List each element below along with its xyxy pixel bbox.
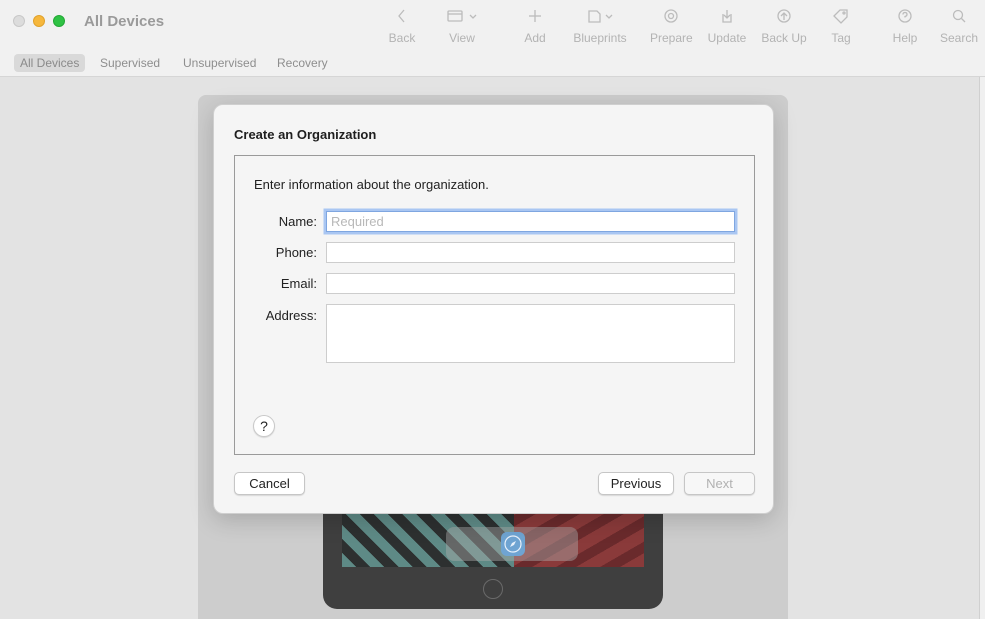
scope-supervised[interactable]: Supervised <box>94 54 166 72</box>
window-icon <box>443 6 481 26</box>
scope-bar: All Devices Supervised Unsupervised Reco… <box>0 50 985 77</box>
name-label: Name: <box>235 214 317 229</box>
help-button[interactable]: ? <box>253 415 275 437</box>
organization-form: Enter information about the organization… <box>234 155 755 455</box>
toolbar-back-button[interactable]: Back <box>386 6 418 48</box>
toolbar-search-button[interactable]: Search <box>939 6 979 48</box>
toolbar-backup-button[interactable]: Back Up <box>760 6 808 48</box>
ipad-preview <box>323 505 663 609</box>
phone-label: Phone: <box>235 245 317 260</box>
chevron-left-icon <box>386 6 418 26</box>
scope-recovery[interactable]: Recovery <box>271 54 334 72</box>
cancel-button[interactable]: Cancel <box>234 472 305 495</box>
safari-icon <box>501 532 525 556</box>
backup-icon <box>760 6 808 26</box>
toolbar-help-button[interactable]: Help <box>890 6 920 48</box>
address-field[interactable] <box>326 304 735 363</box>
email-label: Email: <box>235 276 317 291</box>
toolbar-blueprints-button[interactable]: Blueprints <box>572 6 628 48</box>
window-title: All Devices <box>84 13 164 30</box>
create-organization-dialog: Create an Organization Enter information… <box>213 104 774 514</box>
toolbar-tag-button[interactable]: Tag <box>826 6 856 48</box>
toolbar-update-button[interactable]: Update <box>706 6 748 48</box>
help-icon <box>890 6 920 26</box>
address-label: Address: <box>235 308 317 323</box>
search-icon <box>939 6 979 26</box>
form-intro-text: Enter information about the organization… <box>254 177 489 192</box>
scope-unsupervised[interactable]: Unsupervised <box>177 54 262 72</box>
plus-icon <box>520 6 550 26</box>
toolbar-add-button[interactable]: Add <box>520 6 550 48</box>
scope-all-devices[interactable]: All Devices <box>14 54 85 72</box>
prepare-icon <box>650 6 692 26</box>
close-window-button[interactable] <box>13 15 25 27</box>
ipad-screen <box>342 505 644 567</box>
maximize-window-button[interactable] <box>53 15 65 27</box>
phone-field[interactable] <box>326 242 735 263</box>
tag-icon <box>826 6 856 26</box>
home-button <box>483 579 503 599</box>
next-button[interactable]: Next <box>684 472 755 495</box>
name-field[interactable] <box>326 211 735 232</box>
toolbar-prepare-button[interactable]: Prepare <box>650 6 692 48</box>
title-bar: All Devices Back View Add Blueprints Pre… <box>0 0 985 50</box>
ipad-dock <box>446 527 578 561</box>
toolbar-view-button[interactable]: View <box>443 6 481 48</box>
minimize-window-button[interactable] <box>33 15 45 27</box>
blueprint-icon <box>572 6 628 26</box>
dialog-title: Create an Organization <box>234 127 376 142</box>
previous-button[interactable]: Previous <box>598 472 674 495</box>
update-icon <box>706 6 748 26</box>
scrollbar[interactable] <box>979 77 985 619</box>
email-field[interactable] <box>326 273 735 294</box>
